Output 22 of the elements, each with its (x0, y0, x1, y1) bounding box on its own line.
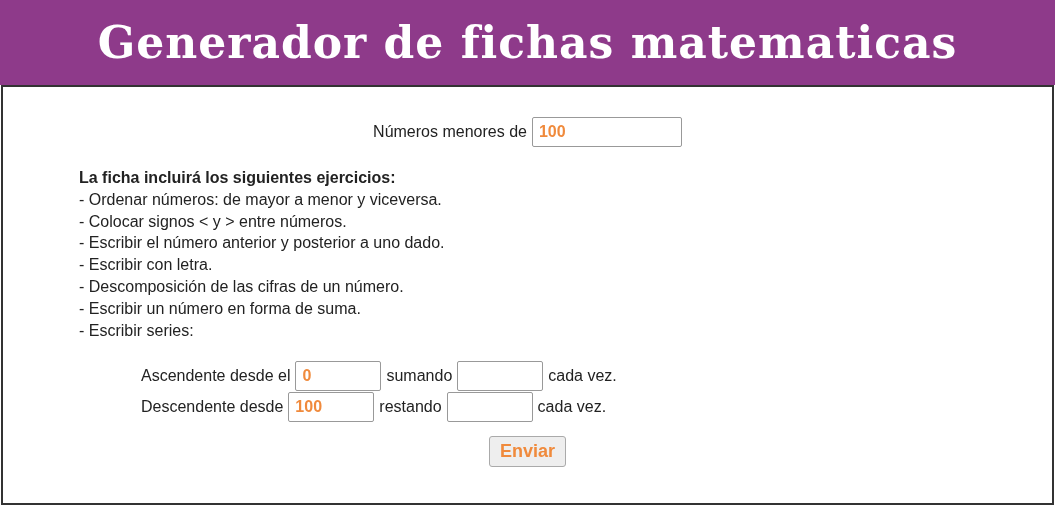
exercise-item: - Descomposición de las cifras de un número. (79, 277, 405, 297)
input-field[interactable] (457, 361, 544, 392)
exercise-item: - Escribir series: (79, 320, 195, 341)
exercise-item: - Escribir con letra. (79, 255, 214, 276)
field-label: Ascendente desde el (141, 367, 291, 386)
field-label: Números menores de (373, 123, 527, 141)
exercise-item: - Escribir un número en forma de suma. (79, 298, 362, 319)
page-title: Generador de fichas matematicas (97, 17, 958, 68)
submit-button[interactable]: Enviar (489, 436, 566, 468)
input-field[interactable] (446, 392, 533, 423)
field-label: restando (379, 398, 442, 417)
field-label: cada vez. (548, 367, 617, 386)
input-field[interactable]: 0 (295, 361, 382, 392)
field-label: Descendente desde (141, 398, 284, 417)
field-label: cada vez. (537, 398, 607, 417)
exercise-heading: La ficha incluirá los siguientes ejercicios: (79, 168, 397, 188)
exercise-item: - Colocar signos < y > entre números. (79, 211, 348, 232)
field-label: sumando (386, 367, 453, 386)
exercise-item: - Escribir el número anterior y posterior a uno dado. (79, 233, 446, 254)
exercise-item: - Ordenar números: de mayor a menor y viceversa. (79, 189, 443, 210)
input-field[interactable]: 100 (531, 117, 682, 147)
input-field[interactable]: 100 (288, 392, 375, 423)
